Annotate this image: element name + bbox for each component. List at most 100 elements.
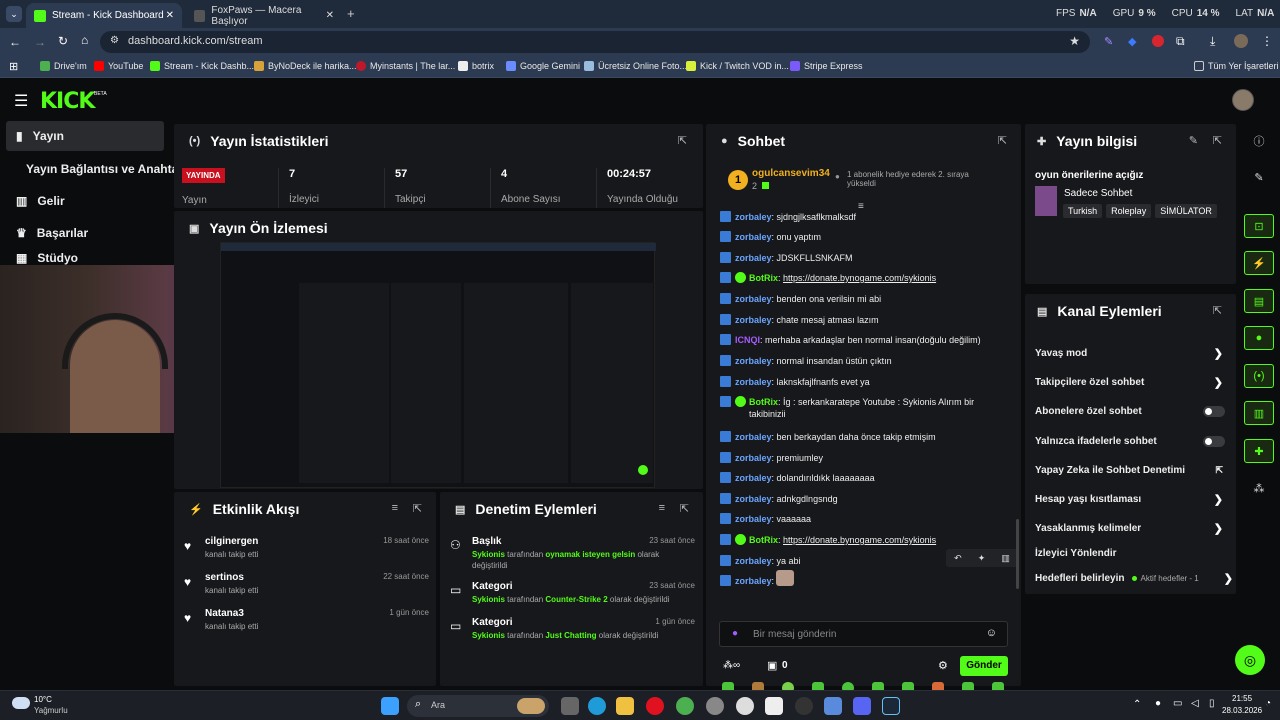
chatgpt-icon[interactable]: [736, 697, 754, 715]
chat-username[interactable]: zorbaley: [735, 514, 772, 524]
download-icon[interactable]: ⤓: [1210, 34, 1215, 49]
task-view-icon[interactable]: [561, 697, 579, 715]
info-icon[interactable]: ⓘ: [1244, 129, 1274, 153]
hamburger-menu-icon[interactable]: ☰: [14, 91, 28, 111]
menu-dots-icon[interactable]: ⋮: [1261, 34, 1273, 48]
mod-actor[interactable]: Sykionis: [472, 631, 505, 640]
expand-icon[interactable]: ⇱: [678, 134, 687, 147]
chat-username[interactable]: zorbaley: [735, 232, 772, 242]
pinned-user[interactable]: ogulcansevim34: [752, 168, 830, 179]
chat-username[interactable]: zorbaley: [735, 253, 772, 263]
goals-row[interactable]: Hedefleri belirleyin Aktif hedefler - 1 …: [1035, 569, 1233, 587]
expand-icon[interactable]: ⇱: [413, 502, 422, 515]
volume-icon[interactable]: ◁: [1191, 698, 1199, 709]
sidebar-item-stream[interactable]: ▮ Yayın: [6, 121, 164, 151]
weather-temp[interactable]: 10°C: [34, 695, 52, 704]
extension-pen-icon[interactable]: ✎: [1104, 35, 1113, 48]
expand-icon[interactable]: ⇱: [680, 502, 689, 515]
chat-message-text[interactable]: https://donate.bynogame.com/sykionis: [783, 273, 936, 283]
all-bookmarks[interactable]: Tüm Yer İşaretleri: [1194, 61, 1279, 71]
users-rail-icon[interactable]: ⁂: [1244, 476, 1274, 500]
filter-icon[interactable]: ≡: [392, 502, 398, 514]
site-info-icon[interactable]: ⚙: [110, 35, 119, 46]
bookmark-kick[interactable]: Stream - Kick Dashb...: [150, 61, 254, 71]
chat-username[interactable]: zorbaley: [735, 377, 772, 387]
edit-rail-icon[interactable]: ✎: [1244, 165, 1274, 189]
emote-only-toggle[interactable]: [1203, 435, 1225, 447]
url-bar[interactable]: ⚙ dashboard.kick.com/stream ★: [100, 31, 1090, 53]
broadcast-rail-icon[interactable]: (•): [1244, 364, 1274, 388]
chrome-icon[interactable]: [676, 697, 694, 715]
chat-scrollbar[interactable]: [1016, 519, 1019, 589]
bookmark-bynodeck[interactable]: ByNoDeck ile harika...: [254, 61, 357, 71]
edit-icon[interactable]: ✎: [1189, 134, 1198, 147]
chat-username[interactable]: zorbaley: [735, 473, 772, 483]
bookmark-stripe[interactable]: Stripe Express: [790, 61, 863, 71]
reply-icon[interactable]: ↶: [954, 553, 962, 564]
sidebar-item-stream-key[interactable]: Yayın Bağlantısı ve Anahtarı: [6, 154, 186, 184]
edge-icon[interactable]: [588, 697, 606, 715]
subs-only-toggle[interactable]: [1203, 405, 1225, 417]
capcut-icon[interactable]: [765, 697, 783, 715]
chat-username[interactable]: zorbaley: [735, 494, 772, 504]
chat-username[interactable]: BotRix: [749, 397, 778, 407]
activity-user[interactable]: sertinos: [205, 572, 244, 583]
bookmark-gemini[interactable]: Google Gemini: [506, 61, 580, 71]
clock-date[interactable]: 28.03.2026: [1222, 706, 1262, 715]
battery-icon[interactable]: ▯: [1209, 698, 1215, 709]
bookmark-vod[interactable]: Kick / Twitch VOD in...: [686, 61, 789, 71]
forward-icon[interactable]: →: [34, 35, 46, 49]
chat-message-text[interactable]: https://donate.bynogame.com/sykionis: [783, 535, 936, 545]
lightning-icon[interactable]: ⚡: [1244, 251, 1274, 275]
host-row[interactable]: İzleyici Yönlendir: [1035, 544, 1225, 562]
layout-rail-icon[interactable]: ▥: [1244, 401, 1274, 425]
activity-user[interactable]: Natana3: [205, 608, 244, 619]
notification-icon[interactable]: ◔: [1265, 698, 1271, 709]
sidebar-item-achievements[interactable]: ♛ Başarılar: [6, 218, 164, 248]
apps-grid-icon[interactable]: ⊞: [9, 60, 18, 73]
chat-username[interactable]: zorbaley: [735, 315, 772, 325]
weather-text[interactable]: Yağmurlu: [34, 706, 68, 715]
chat-username[interactable]: BotRix: [749, 273, 778, 283]
followers-only-row[interactable]: Takipçilere özel sohbet ❯: [1035, 373, 1225, 391]
banned-words-row[interactable]: Yasaklanmış kelimeler ❯: [1035, 519, 1225, 537]
bookmark-myinstants[interactable]: Myinstants | The lar...: [356, 61, 455, 71]
chat-settings-icon[interactable]: ⚙: [938, 659, 948, 672]
support-fab-icon[interactable]: ◎: [1235, 645, 1265, 675]
close-tab-icon[interactable]: ✕: [166, 10, 174, 21]
kick-logo[interactable]: KICK: [40, 89, 95, 114]
discord-icon[interactable]: [853, 697, 871, 715]
close-tab-icon[interactable]: ✕: [326, 10, 334, 21]
profile-avatar-icon[interactable]: [1234, 34, 1248, 48]
explorer-icon[interactable]: [616, 697, 634, 715]
category-name[interactable]: Sadece Sohbet: [1064, 188, 1132, 199]
chat-username[interactable]: zorbaley: [735, 294, 772, 304]
back-icon[interactable]: ←: [9, 35, 21, 49]
chat-username[interactable]: BotRix: [749, 535, 778, 545]
emoji-icon[interactable]: ☺: [986, 627, 997, 639]
points-icon[interactable]: ⁂∞: [723, 660, 740, 671]
obs-icon[interactable]: [795, 697, 813, 715]
bookmark-youtube[interactable]: YouTube: [94, 61, 143, 71]
settings-icon[interactable]: [706, 697, 724, 715]
steam-icon[interactable]: [882, 697, 900, 715]
expand-icon[interactable]: ⇱: [1213, 134, 1222, 147]
tag[interactable]: Turkish: [1063, 204, 1103, 218]
target-icon[interactable]: ⊡: [1244, 214, 1274, 238]
mic-tray-icon[interactable]: ●: [1155, 698, 1161, 709]
bookmark-star-icon[interactable]: ★: [1069, 34, 1080, 48]
new-tab-button[interactable]: +: [347, 6, 355, 21]
tab-list-button[interactable]: ⌄: [6, 6, 22, 22]
clock-time[interactable]: 21:55: [1232, 694, 1252, 703]
account-age-row[interactable]: Hesap yaşı kısıtlaması ❯: [1035, 490, 1225, 508]
tab-kick-dashboard[interactable]: Stream - Kick Dashboard ✕: [26, 3, 182, 28]
bookmark-botrix[interactable]: botrix: [458, 61, 494, 71]
tag[interactable]: Roleplay: [1106, 204, 1152, 218]
chat-username[interactable]: zorbaley: [735, 556, 772, 566]
preview-video[interactable]: [220, 242, 656, 488]
chat-username[interactable]: zorbaley: [735, 212, 772, 222]
expand-icon[interactable]: ⇱: [998, 134, 1007, 147]
windows-start-icon[interactable]: [381, 697, 399, 715]
extension-red-icon[interactable]: [1152, 35, 1164, 47]
sidebar-item-revenue[interactable]: ▥ Gelir: [6, 186, 164, 216]
